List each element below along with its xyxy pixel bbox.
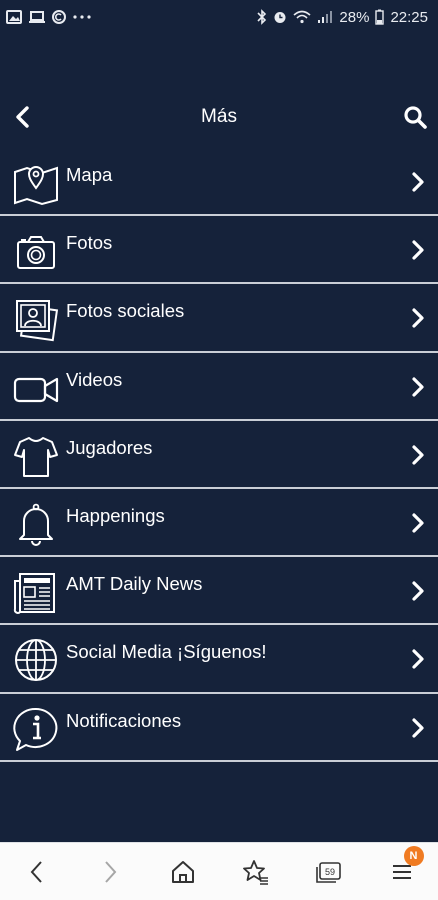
menu-item-label: AMT Daily News	[66, 573, 203, 595]
chevron-right-icon	[412, 240, 424, 260]
copyright-icon	[52, 10, 66, 24]
chevron-right-icon	[412, 649, 424, 669]
search-icon[interactable]	[402, 104, 428, 130]
bell-icon	[19, 503, 53, 546]
more-dots-icon	[73, 15, 91, 19]
menu-item-label: Videos	[66, 368, 123, 390]
browser-menu-button[interactable]: N	[384, 845, 424, 890]
photos-stack-icon	[16, 300, 59, 342]
browser-bottom-bar: 59 N	[0, 842, 438, 900]
map-icon	[14, 166, 58, 206]
browser-bookmarks-button[interactable]	[238, 854, 274, 890]
menu-item-fotos-sociales[interactable]: Fotos sociales	[0, 284, 438, 353]
browser-home-button[interactable]	[165, 854, 201, 890]
chevron-right-icon	[104, 860, 116, 883]
signal-icon	[318, 11, 333, 23]
shirt-icon	[14, 436, 58, 477]
menu-item-happenings[interactable]: Happenings	[0, 489, 438, 558]
wifi-icon	[293, 10, 311, 24]
menu-item-label: Happenings	[66, 504, 165, 526]
app-header: Más	[0, 96, 438, 140]
status-bar: 28% 22:25	[0, 0, 438, 34]
laptop-icon	[29, 11, 45, 23]
menu-item-label: Jugadores	[66, 436, 153, 458]
chevron-right-icon	[412, 513, 424, 533]
clock: 22:25	[390, 8, 428, 26]
battery-percent: 28%	[339, 8, 370, 26]
status-notifications	[6, 10, 92, 24]
home-icon	[171, 860, 194, 883]
tabs-icon: 59	[315, 861, 341, 883]
menu-item-mapa[interactable]: Mapa	[0, 148, 438, 217]
chevron-right-icon	[412, 717, 424, 738]
chevron-right-icon	[412, 376, 424, 397]
browser-tabs-button[interactable]: 59	[311, 854, 347, 890]
menu-item-jugadores[interactable]: Jugadores	[0, 421, 438, 489]
menu-item-social-media[interactable]: Social Media ¡Síguenos!	[0, 625, 438, 694]
page-title: Más	[201, 106, 237, 127]
chevron-right-icon	[412, 308, 424, 328]
bluetooth-icon	[257, 9, 267, 25]
menu-item-fotos[interactable]: Fotos	[0, 216, 438, 285]
camera-icon	[17, 236, 55, 270]
menu-item-label: Social Media ¡Síguenos!	[66, 641, 267, 663]
battery-icon	[375, 9, 385, 25]
chevron-right-icon	[412, 172, 424, 192]
info-bubble-icon	[13, 707, 58, 751]
menu-item-label: Notificaciones	[66, 709, 182, 731]
status-system: 28% 22:25	[257, 9, 428, 26]
menu-item-amt-daily-news[interactable]: AMT Daily News	[0, 557, 438, 626]
menu-item-label: Mapa	[66, 164, 113, 185]
globe-icon	[15, 639, 57, 682]
video-camera-icon	[13, 377, 59, 402]
newspaper-icon	[13, 573, 55, 614]
menu-list: Mapa Fotos Fotos sociales Videos Jugador…	[0, 148, 438, 762]
notification-badge: N	[403, 845, 424, 866]
chevron-right-icon	[412, 445, 424, 465]
browser-forward-button[interactable]	[92, 854, 128, 890]
gallery-icon	[6, 10, 22, 24]
alarm-icon	[274, 12, 286, 23]
menu-item-label: Fotos sociales	[66, 300, 185, 322]
tab-count: 59	[324, 867, 334, 877]
star-list-icon	[242, 859, 268, 885]
browser-back-button[interactable]	[19, 854, 55, 890]
menu-item-videos[interactable]: Videos	[0, 353, 438, 421]
menu-item-label: Fotos	[66, 232, 113, 254]
chevron-right-icon	[412, 581, 424, 601]
menu-item-notificaciones[interactable]: Notificaciones	[0, 694, 438, 762]
chevron-left-icon	[30, 860, 42, 883]
